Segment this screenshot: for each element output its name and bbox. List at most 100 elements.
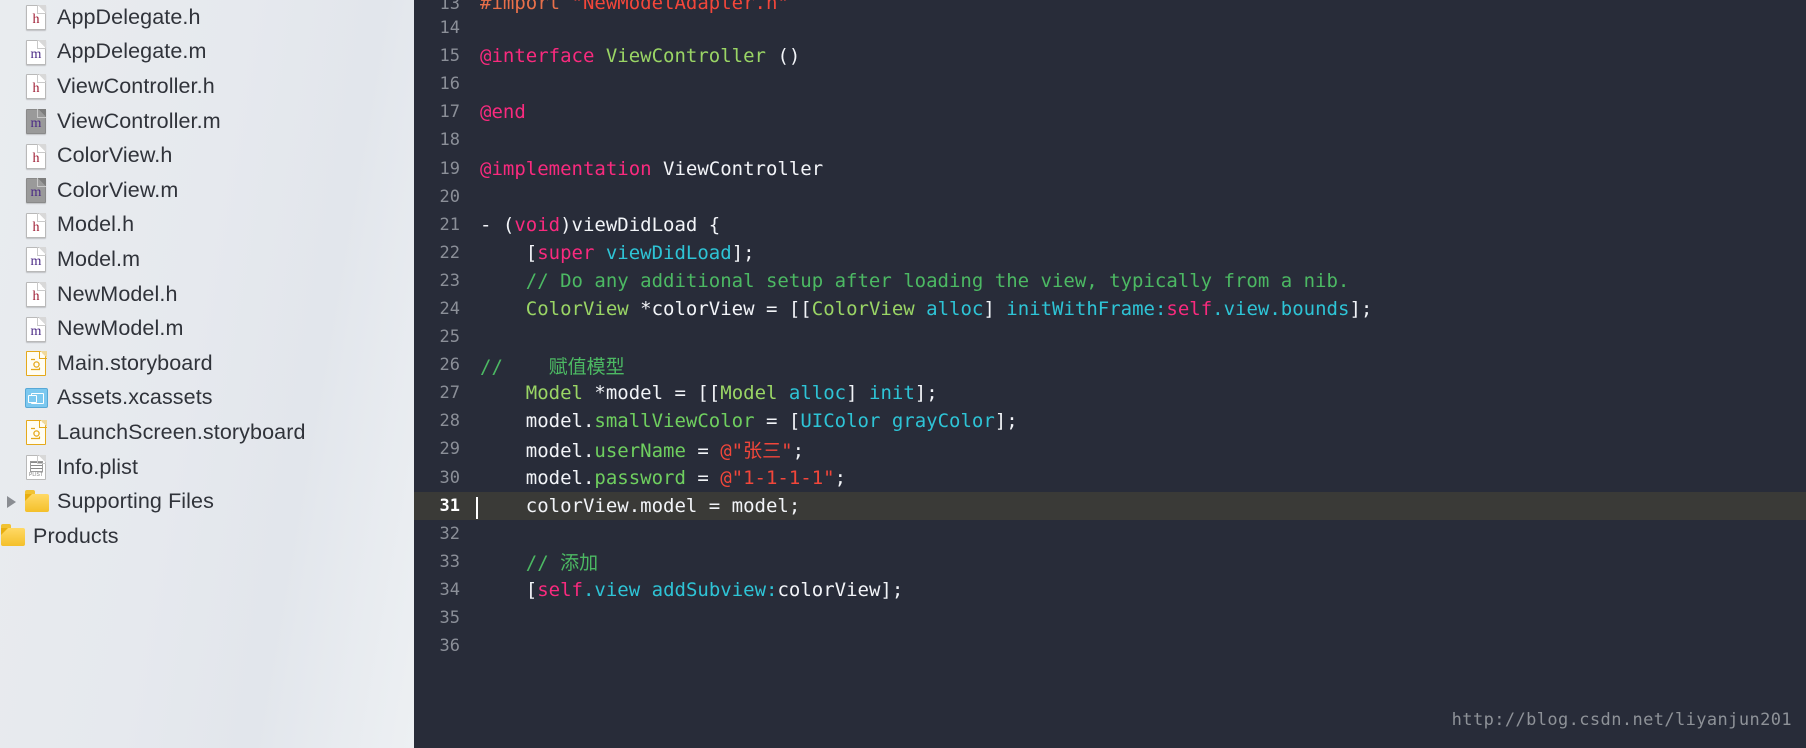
storyboard-file-icon xyxy=(24,418,48,446)
implementation-file-icon: m xyxy=(24,245,48,273)
code-line-16[interactable]: 16 xyxy=(414,70,1806,98)
implementation-file-icon: m xyxy=(24,107,48,135)
code-text: [self.view addSubview:colorView]; xyxy=(476,578,904,601)
file-row-main-storyboard[interactable]: Main.storyboard xyxy=(0,346,414,381)
code-line-34[interactable]: 34 [self.view addSubview:colorView]; xyxy=(414,576,1806,604)
code-token: // 赋值模型 xyxy=(480,355,625,378)
line-number: 18 xyxy=(439,130,460,151)
text-cursor xyxy=(476,496,478,519)
code-line-35[interactable]: 35 xyxy=(414,604,1806,632)
code-token: ] xyxy=(983,297,1007,320)
code-line-25[interactable]: 25 xyxy=(414,323,1806,351)
code-line-29[interactable]: 29 model.userName = @"张三"; xyxy=(414,435,1806,463)
code-line-31[interactable]: 31 colorView.model = model; xyxy=(414,491,1806,520)
code-token: init xyxy=(869,382,915,405)
file-label: AppDelegate.h xyxy=(57,4,201,29)
code-token: ViewController xyxy=(605,45,766,68)
code-token: Model xyxy=(525,382,583,405)
plist-file-icon: PLIST xyxy=(24,453,48,481)
line-number: 22 xyxy=(439,242,460,263)
code-token: viewDidLoad xyxy=(605,241,732,264)
code-line-33[interactable]: 33 // 添加 xyxy=(414,548,1806,576)
xcode-window: h AppDelegate.h m AppDelegate.m h ViewControl… xyxy=(0,0,1806,748)
code-line-17[interactable]: 17 @end xyxy=(414,98,1806,126)
file-label: ViewController.m xyxy=(57,108,221,133)
code-token: [ xyxy=(480,578,538,601)
file-row-newmodel-m[interactable]: m NewModel.m xyxy=(0,311,414,346)
file-row-launchscreen-storyboard[interactable]: LaunchScreen.storyboard xyxy=(0,415,414,450)
file-row-colorview-m[interactable]: m ColorView.m xyxy=(0,173,414,208)
code-token: addSubview: xyxy=(651,578,778,601)
source-editor[interactable]: 13 #import "NewModelAdapter.h" 14 15 @interf… xyxy=(414,0,1806,748)
code-text: model.smallViewColor = [UIColor grayColo… xyxy=(476,410,1018,432)
file-row-viewcontroller-h[interactable]: h ViewController.h xyxy=(0,69,414,104)
code-line-23[interactable]: 23 // Do any additional setup after load… xyxy=(414,267,1806,295)
file-label: Info.plist xyxy=(57,454,139,479)
code-text: - (void)viewDidLoad { xyxy=(476,214,720,236)
code-line-32[interactable]: 32 xyxy=(414,520,1806,548)
file-row-supporting-files[interactable]: Supporting Files xyxy=(0,484,414,519)
file-label: ColorView.h xyxy=(57,143,173,168)
file-row-appdelegate-h[interactable]: h AppDelegate.h xyxy=(0,0,414,35)
code-line-30[interactable]: 30 model.password = @"1-1-1-1"; xyxy=(414,464,1806,492)
code-text: @end xyxy=(476,101,526,123)
file-row-colorview-h[interactable]: h ColorView.h xyxy=(0,138,414,173)
file-label: NewModel.h xyxy=(57,281,178,306)
code-token: // Do any additional setup after loading… xyxy=(480,269,1350,292)
code-line-19[interactable]: 19 @implementation ViewController xyxy=(414,154,1806,182)
file-row-products[interactable]: Products xyxy=(0,519,414,554)
code-token: *colorView = [[ xyxy=(628,297,812,320)
file-row-viewcontroller-m[interactable]: m ViewController.m xyxy=(0,104,414,139)
code-line-18[interactable]: 18 xyxy=(414,126,1806,154)
code-line-22[interactable]: 22 [super viewDidLoad]; xyxy=(414,239,1806,267)
line-number: 34 xyxy=(439,579,460,600)
code-token: grayColor xyxy=(891,410,995,433)
code-token: = [ xyxy=(754,410,801,433)
code-token: .view.bounds xyxy=(1212,297,1350,320)
code-token: @interface xyxy=(480,45,595,68)
file-label: NewModel.m xyxy=(57,316,184,341)
line-number: 27 xyxy=(439,383,460,404)
header-file-icon: h xyxy=(24,3,48,31)
code-line-21[interactable]: 21 - (void)viewDidLoad { xyxy=(414,211,1806,239)
code-token: model. xyxy=(480,466,595,489)
project-navigator[interactable]: h AppDelegate.h m AppDelegate.m h ViewControl… xyxy=(0,0,414,748)
code-text: @implementation ViewController xyxy=(476,158,823,180)
file-row-appdelegate-m[interactable]: m AppDelegate.m xyxy=(0,35,414,70)
code-line-36[interactable]: 36 xyxy=(414,632,1806,660)
code-token: ; xyxy=(834,466,847,489)
code-token: model. xyxy=(480,410,595,433)
header-file-icon: h xyxy=(24,72,48,100)
file-row-newmodel-h[interactable]: h NewModel.h xyxy=(0,277,414,312)
file-label: ColorView.m xyxy=(57,177,179,202)
code-token: colorView]; xyxy=(777,578,904,601)
file-row-model-h[interactable]: h Model.h xyxy=(0,208,414,243)
line-number: 31 xyxy=(439,495,460,516)
header-file-icon: h xyxy=(24,211,48,239)
code-line-27[interactable]: 27 Model *model = [[Model alloc] init]; xyxy=(414,379,1806,407)
file-row-assets-xcassets[interactable]: Assets.xcassets xyxy=(0,381,414,416)
code-line-15[interactable]: 15 @interface ViewController () xyxy=(414,42,1806,70)
code-token: void xyxy=(514,213,561,236)
code-line-14[interactable]: 14 xyxy=(414,14,1806,42)
code-token: @"张三" xyxy=(720,439,793,462)
code-text: ColorView *colorView = [[ColorView alloc… xyxy=(476,297,1373,320)
code-token: ]; xyxy=(731,241,755,264)
code-token: userName xyxy=(594,439,686,462)
code-line-24[interactable]: 24 ColorView *colorView = [[ColorView al… xyxy=(414,295,1806,323)
line-number: 19 xyxy=(439,158,460,179)
file-row-model-m[interactable]: m Model.m xyxy=(0,242,414,277)
code-line-26[interactable]: 26 // 赋值模型 xyxy=(414,351,1806,379)
disclosure-triangle-icon[interactable] xyxy=(2,495,20,509)
file-label: Assets.xcassets xyxy=(57,385,213,410)
code-text: model.password = @"1-1-1-1"; xyxy=(476,467,846,489)
file-row-info-plist[interactable]: PLIST Info.plist xyxy=(0,450,414,485)
line-number: 23 xyxy=(439,270,460,291)
code-line-28[interactable]: 28 model.smallViewColor = [UIColor grayC… xyxy=(414,407,1806,435)
code-line-20[interactable]: 20 xyxy=(414,183,1806,211)
code-line-13[interactable]: 13 #import "NewModelAdapter.h" xyxy=(414,0,1806,14)
